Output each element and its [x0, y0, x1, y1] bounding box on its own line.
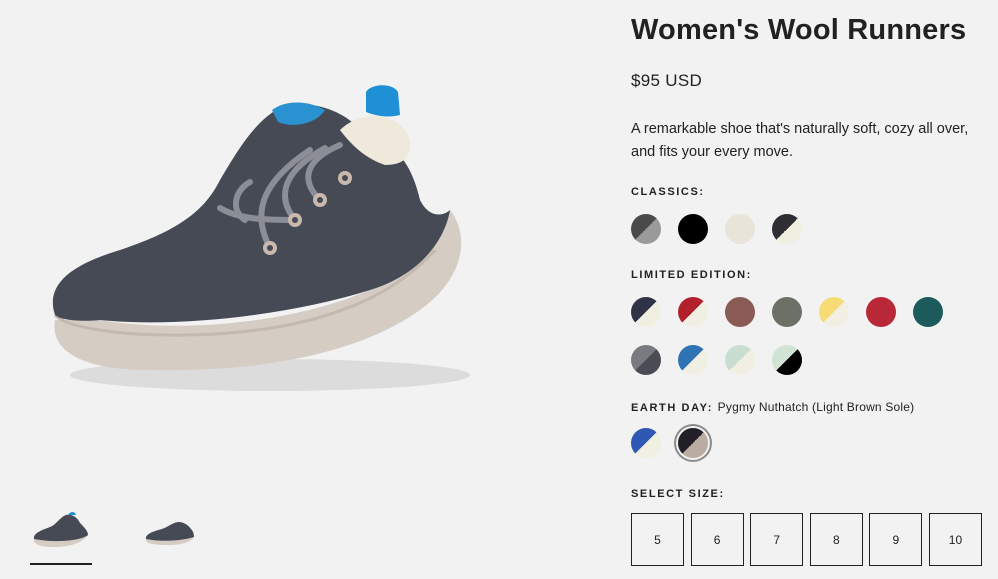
limited-edition-label: LIMITED EDITION:: [631, 269, 752, 281]
color-swatch[interactable]: [678, 345, 708, 375]
product-price: $95 USD: [631, 71, 703, 90]
color-swatch[interactable]: [772, 345, 802, 375]
color-swatch[interactable]: [725, 345, 755, 375]
color-swatch[interactable]: [772, 214, 802, 244]
size-selector: 5 6 7 8 9 10: [631, 513, 989, 566]
color-swatch[interactable]: [631, 297, 661, 327]
color-swatch[interactable]: [913, 297, 943, 327]
size-9-button[interactable]: 9: [869, 513, 923, 566]
color-swatch[interactable]: [678, 297, 708, 327]
color-swatch[interactable]: [866, 297, 896, 327]
classics-swatches: [631, 214, 819, 244]
earth-day-heading: EARTH DAY:: [631, 402, 714, 414]
color-swatch[interactable]: [819, 297, 849, 327]
color-swatch[interactable]: [631, 214, 661, 244]
earth-day-label: EARTH DAY: Pygmy Nuthatch (Light Brown S…: [631, 400, 914, 414]
product-gallery: [0, 0, 600, 579]
size-10-button[interactable]: 10: [928, 513, 982, 566]
size-6-button[interactable]: 6: [690, 513, 744, 566]
product-description: A remarkable shoe that's naturally soft,…: [631, 121, 969, 160]
limited-swatches-row-1: [631, 297, 960, 327]
limited-swatches-row-2: [631, 345, 819, 375]
shoe-main-image: [52, 85, 470, 391]
color-swatch[interactable]: [631, 345, 661, 375]
color-swatch[interactable]: [631, 428, 661, 458]
size-8-button[interactable]: 8: [809, 513, 863, 566]
classics-label: CLASSICS:: [631, 186, 705, 198]
size-7-button[interactable]: 7: [750, 513, 804, 566]
color-swatch[interactable]: [678, 214, 708, 244]
thumbnail-strip: [30, 505, 200, 565]
earth-day-swatches: [631, 428, 725, 458]
thumbnail-profile-view[interactable]: [136, 505, 200, 563]
color-swatch[interactable]: [678, 428, 708, 458]
selected-color-name: Pygmy Nuthatch (Light Brown Sole): [717, 400, 915, 414]
size-5-button[interactable]: 5: [631, 513, 684, 566]
color-swatch[interactable]: [772, 297, 802, 327]
color-swatch[interactable]: [725, 297, 755, 327]
product-title: Women's Wool Runners: [631, 14, 967, 46]
thumbnail-side-view[interactable]: [30, 505, 94, 565]
color-swatch[interactable]: [725, 214, 755, 244]
select-size-label: SELECT SIZE:: [631, 488, 725, 500]
